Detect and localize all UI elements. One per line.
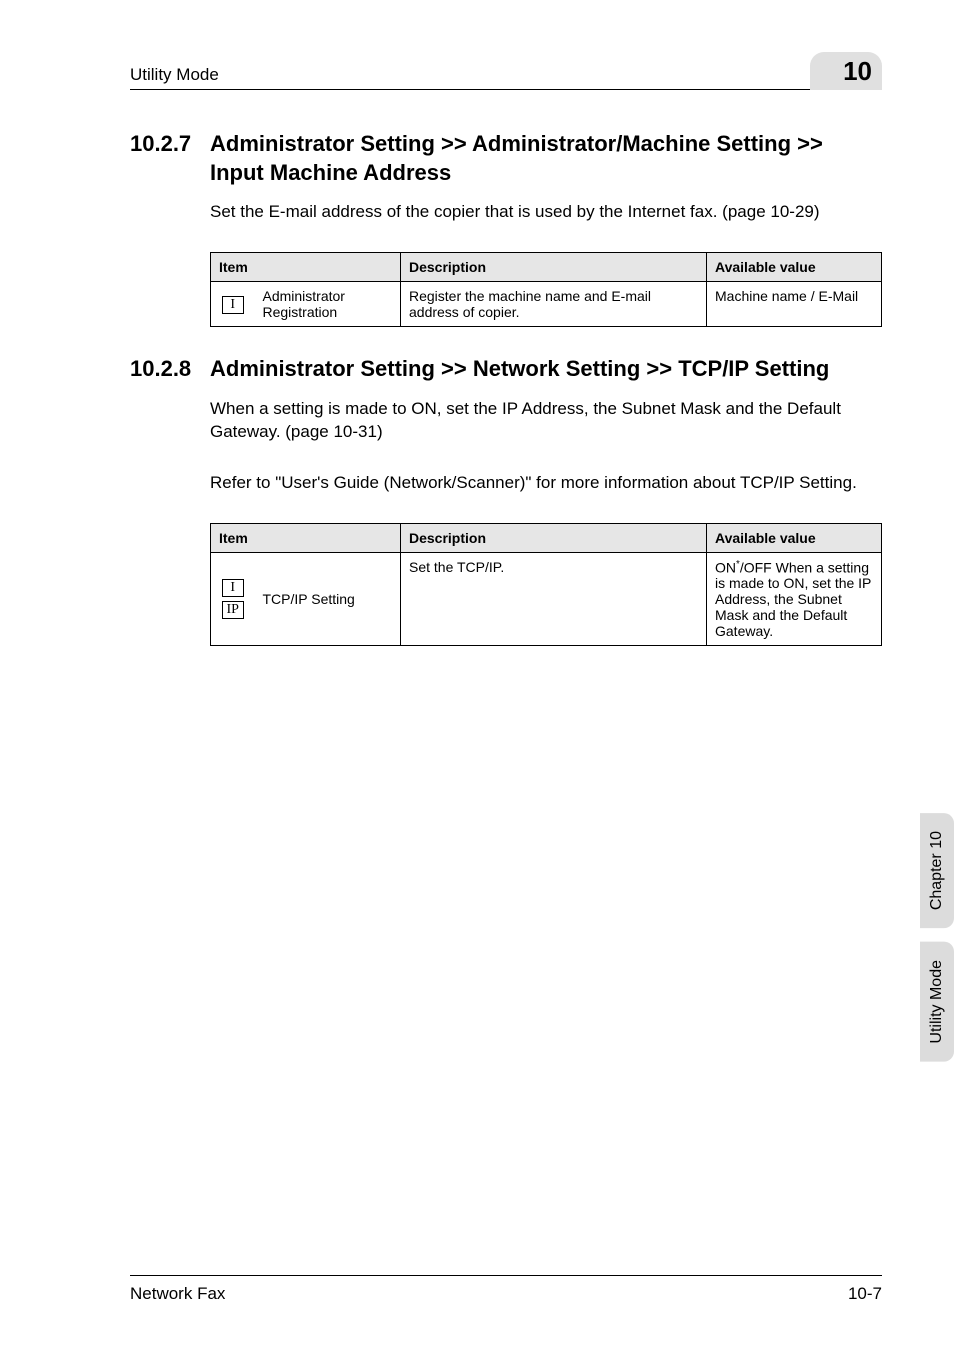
- type-icon-i: I: [222, 579, 244, 597]
- item-description: Register the machine name and E-mail add…: [401, 282, 707, 327]
- th-description: Description: [401, 523, 707, 552]
- paragraph: Refer to "User's Guide (Network/Scanner)…: [210, 472, 882, 495]
- footer-left: Network Fax: [130, 1284, 225, 1304]
- available-suffix: /OFF When a setting is made to ON, set t…: [715, 559, 871, 639]
- th-available: Available value: [707, 253, 882, 282]
- item-label: TCP/IP Setting: [255, 552, 401, 646]
- available-prefix: ON: [715, 559, 736, 575]
- item-label: Administrator Registration: [255, 282, 401, 327]
- section-number: 10.2.7: [130, 130, 196, 187]
- item-available: ON*/OFF When a setting is made to ON, se…: [707, 552, 882, 646]
- paragraph: When a setting is made to ON, set the IP…: [210, 398, 882, 444]
- page-header: Utility Mode 10: [130, 52, 882, 90]
- table-10-2-8: Item Description Available value I IP TC…: [210, 523, 882, 647]
- chapter-badge: 10: [810, 52, 882, 90]
- table: Item Description Available value I IP TC…: [210, 523, 882, 647]
- side-tab-section: Utility Mode: [920, 942, 954, 1062]
- table-10-2-7: Item Description Available value I Admin…: [210, 252, 882, 327]
- th-item: Item: [211, 523, 401, 552]
- table: Item Description Available value I Admin…: [210, 252, 882, 327]
- item-icon-cell: I: [211, 282, 255, 327]
- header-section-name: Utility Mode: [130, 65, 219, 85]
- side-tabs: Chapter 10 Utility Mode: [920, 813, 954, 1062]
- th-item: Item: [211, 253, 401, 282]
- item-description: Set the TCP/IP.: [401, 552, 707, 646]
- side-tab-chapter: Chapter 10: [920, 813, 954, 928]
- item-icon-cell: I IP: [211, 552, 255, 646]
- type-icon-i: I: [222, 296, 244, 314]
- type-icon-ip: IP: [222, 601, 244, 619]
- section-heading-10-2-7: 10.2.7 Administrator Setting >> Administ…: [130, 130, 882, 187]
- section-title: Administrator Setting >> Administrator/M…: [210, 130, 882, 187]
- table-header-row: Item Description Available value: [211, 253, 882, 282]
- th-description: Description: [401, 253, 707, 282]
- section-title: Administrator Setting >> Network Setting…: [210, 355, 882, 384]
- footer-right: 10-7: [848, 1284, 882, 1304]
- table-row: I Administrator Registration Register th…: [211, 282, 882, 327]
- section-number: 10.2.8: [130, 355, 196, 384]
- table-header-row: Item Description Available value: [211, 523, 882, 552]
- page-footer: Network Fax 10-7: [130, 1275, 882, 1304]
- item-available: Machine name / E-Mail: [707, 282, 882, 327]
- table-row: I IP TCP/IP Setting Set the TCP/IP. ON*/…: [211, 552, 882, 646]
- th-available: Available value: [707, 523, 882, 552]
- paragraph: Set the E-mail address of the copier tha…: [210, 201, 882, 224]
- section-heading-10-2-8: 10.2.8 Administrator Setting >> Network …: [130, 355, 882, 384]
